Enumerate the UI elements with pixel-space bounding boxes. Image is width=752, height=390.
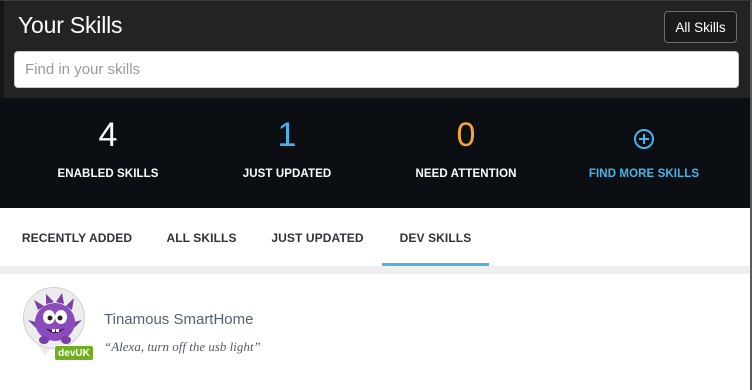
page-title: Your Skills: [18, 12, 123, 38]
stat-label: ENABLED SKILLS: [57, 168, 159, 180]
purple-monster-avatar-icon: [23, 287, 85, 349]
app-frame: Your Skills All Skills 4 ENABLED SKILLS …: [0, 0, 752, 390]
skill-example-phrase: “Alexa, turn off the usb light”: [104, 339, 261, 354]
header: Your Skills All Skills: [0, 1, 750, 98]
search-input[interactable]: [14, 51, 739, 88]
tab-dev-skills[interactable]: DEV SKILLS: [382, 208, 489, 266]
stat-enabled-skills[interactable]: 4 ENABLED SKILLS: [14, 98, 202, 208]
stat-value: 0: [456, 116, 476, 154]
plus-circle-icon: [634, 129, 654, 149]
skill-list-item[interactable]: devUK Tinamous SmartHome “Alexa, turn of…: [0, 274, 750, 390]
tab-recently-added[interactable]: RECENTLY ADDED: [14, 208, 140, 266]
skill-name[interactable]: Tinamous SmartHome: [104, 311, 254, 328]
locale-badge: devUK: [54, 345, 94, 361]
stat-value: 4: [98, 116, 118, 154]
stats-bar: 4 ENABLED SKILLS 1 JUST UPDATED 0 NEED A…: [0, 98, 750, 208]
stat-just-updated[interactable]: 1 JUST UPDATED: [193, 98, 381, 208]
find-more-skills-link[interactable]: FIND MORE SKILLS: [550, 98, 738, 208]
skills-tabs: RECENTLY ADDED ALL SKILLS JUST UPDATED D…: [0, 208, 750, 266]
find-more-label: FIND MORE SKILLS: [588, 168, 700, 180]
stat-label: NEED ATTENTION: [415, 168, 517, 180]
all-skills-button[interactable]: All Skills: [664, 11, 737, 43]
stat-value: 1: [277, 116, 297, 154]
tab-just-updated[interactable]: JUST UPDATED: [262, 208, 373, 266]
stat-need-attention[interactable]: 0 NEED ATTENTION: [372, 98, 560, 208]
divider: [0, 266, 750, 274]
stat-label: JUST UPDATED: [242, 168, 332, 180]
tab-all-skills[interactable]: ALL SKILLS: [160, 208, 243, 266]
